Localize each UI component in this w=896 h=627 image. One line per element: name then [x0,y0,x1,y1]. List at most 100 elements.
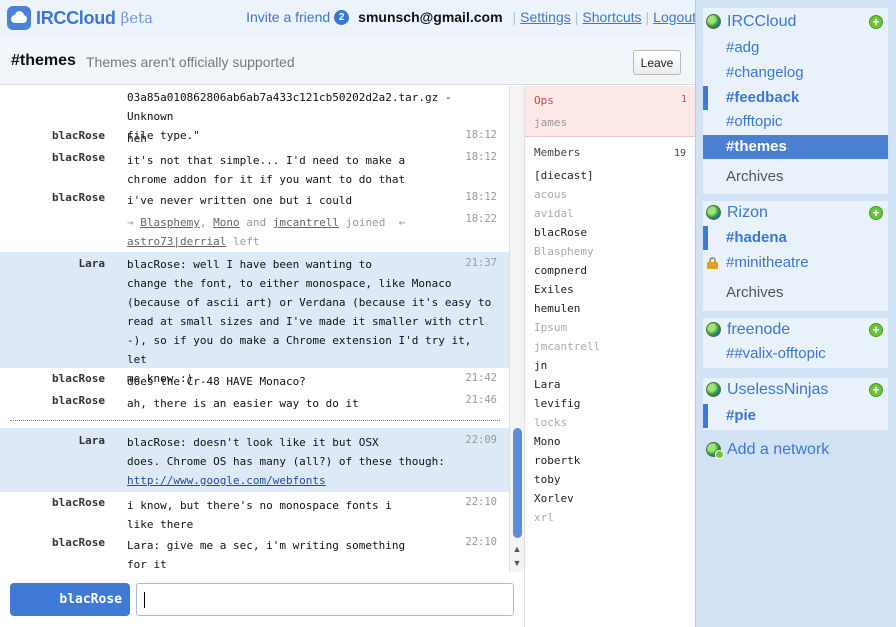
message-link[interactable]: http://www.google.com/webfonts [127,474,326,487]
cloud-logo-icon [7,6,31,30]
message-nick[interactable]: Lara [79,257,106,270]
message-timestamp: 22:09 [465,434,497,446]
message-scrollbar[interactable]: ▲ ▼ [509,86,524,572]
network-header[interactable]: UselessNinjas + [703,378,888,402]
member-item[interactable]: robertk [534,454,580,467]
message-row: blacRose i've never written one but i co… [0,191,509,211]
member-item[interactable]: toby [534,473,561,486]
message-input[interactable] [136,583,514,616]
message-nick[interactable]: blacRose [52,151,105,164]
member-item[interactable]: jmcantrell [534,340,600,353]
member-item[interactable]: Blasphemy [534,245,594,258]
message-nick[interactable]: blacRose [52,394,105,407]
message-text: blacRose: doesn't look like it but OSX d… [127,433,497,490]
member-item[interactable]: Ipsum [534,321,567,334]
leave-button[interactable]: Leave [633,50,681,75]
message-row: blacRose ah, there is an easier way to d… [0,394,509,414]
member-item[interactable]: blacRose [534,226,587,239]
add-channel-plus-icon[interactable]: + [869,15,883,29]
member-item[interactable]: acous [534,188,567,201]
join-part-row: → Blasphemy, Mono and jmcantrell joined … [0,213,509,253]
joined-nick[interactable]: Blasphemy [140,216,200,229]
network-header[interactable]: Rizon + [703,201,888,225]
network-name[interactable]: freenode [727,321,790,339]
member-item[interactable]: [diecast] [534,169,594,182]
message-text: i know, but there's no monospace fonts i… [127,499,392,531]
message-nick[interactable]: blacRose [52,129,105,142]
member-item[interactable]: hemulen [534,302,580,315]
message-row: 03a85a010862806ab6ab7a433c121cb50202d2a2… [0,88,509,142]
channel-header: #themes Themes aren't officially support… [0,38,695,85]
scroll-up-arrow-icon[interactable]: ▲ [510,542,524,556]
member-item[interactable]: Mono [534,435,561,448]
member-item[interactable]: Xorlev [534,492,574,505]
channel-changelog[interactable]: #changelog [703,61,888,85]
network-irccloud: IRCCloud + #adg #changelog #feedback #of… [703,8,888,194]
member-item[interactable]: Exiles [534,283,574,296]
message-nick[interactable]: blacRose [52,191,105,204]
message-timestamp: 18:12 [465,191,497,203]
invite-friend-link[interactable]: Invite a friend [246,9,330,25]
shortcuts-link[interactable]: Shortcuts [582,9,641,25]
network-sidebar: IRCCloud + #adg #changelog #feedback #of… [695,0,896,627]
channel-adg[interactable]: #adg [703,36,888,60]
channel-hadena[interactable]: #hadena [703,226,888,250]
left-nick[interactable]: astro73|derrial [127,235,226,248]
message-log: 03a85a010862806ab6ab7a433c121cb50202d2a2… [0,86,509,572]
member-item[interactable]: avidal [534,207,574,220]
invite-count-badge[interactable]: 2 [334,9,350,25]
joined-nick[interactable]: jmcantrell [273,216,339,229]
member-item[interactable]: jn [534,359,547,372]
member-item[interactable]: james [534,116,567,129]
message-row: blacRose heh 18:12 [0,129,509,149]
last-read-divider [10,420,500,421]
joined-label: joined ← [338,216,412,229]
message-nick[interactable]: blacRose [52,496,105,509]
left-label: left [226,235,260,248]
message-nick[interactable]: blacRose [52,536,105,549]
member-item[interactable]: compnerd [534,264,587,277]
message-row-highlighted: Lara blacRose: well I have been wanting … [0,252,509,385]
member-item[interactable]: locks [534,416,567,429]
member-item[interactable]: Lara [534,378,561,391]
add-channel-plus-icon[interactable]: + [869,323,883,337]
member-item[interactable]: xrl [534,511,554,524]
join-arrow: → [127,216,141,229]
add-channel-plus-icon[interactable]: + [869,206,883,220]
message-text: heh [127,132,147,145]
network-name[interactable]: IRCCloud [727,13,796,31]
channel-minitheatre[interactable]: #minitheatre [703,251,888,275]
message-text: ah, there is an easier way to do it [127,397,359,410]
member-item[interactable]: levifig [534,397,580,410]
join-separator: , [199,216,214,229]
logout-link[interactable]: Logout [653,9,696,25]
message-nick[interactable]: blacRose [52,372,105,385]
nick-button[interactable]: blacRose [10,583,130,616]
globe-icon [706,205,721,220]
scrollbar-thumb[interactable] [513,428,522,538]
settings-link[interactable]: Settings [520,9,571,25]
network-header[interactable]: freenode + [703,318,888,342]
message-timestamp: 22:10 [465,536,497,548]
channel-name: #themes [11,52,76,69]
add-channel-plus-icon[interactable]: + [869,383,883,397]
network-name[interactable]: Rizon [727,204,768,222]
message-nick[interactable]: Lara [79,434,106,447]
channel-valix-offtopic[interactable]: ##valix-offtopic [703,342,888,366]
scroll-down-arrow-icon[interactable]: ▼ [510,556,524,570]
channel-themes[interactable]: #themes [703,135,888,159]
globe-icon [706,322,721,337]
message-row: blacRose it's not that simple... I'd nee… [0,151,509,191]
channel-offtopic[interactable]: #offtopic [703,110,888,134]
app-logo[interactable]: IRCCloud βeta [7,6,153,30]
archives-link[interactable]: Archives [703,280,888,306]
ops-section: Ops 1 james [525,86,696,136]
channel-feedback[interactable]: #feedback [703,86,888,110]
joined-nick[interactable]: Mono [213,216,240,229]
network-header[interactable]: IRCCloud + [703,10,888,34]
channel-pie[interactable]: #pie [703,404,888,428]
network-freenode: freenode + ##valix-offtopic [703,318,888,368]
add-network-button[interactable]: Add a network [703,437,888,463]
archives-link[interactable]: Archives [703,164,888,190]
network-name[interactable]: UselessNinjas [727,381,828,399]
